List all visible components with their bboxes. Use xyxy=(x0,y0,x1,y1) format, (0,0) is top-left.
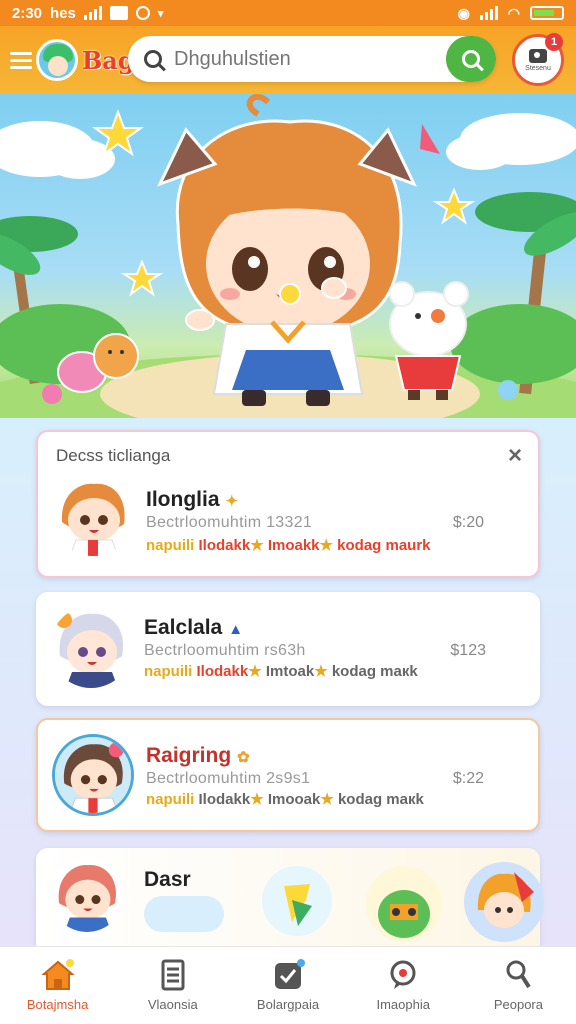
profile-label: Stesenu xyxy=(525,64,551,72)
hero-banner[interactable] xyxy=(0,94,576,418)
item-avatar xyxy=(52,734,134,816)
item-avatar xyxy=(52,474,134,556)
nav-item-messages[interactable]: Imaophia xyxy=(346,947,461,1024)
item-tags: napuili Ilodakk★ Imooak★ kodag maкk xyxy=(146,791,424,808)
list-item[interactable]: Ealclala ▲ Bectrloomuhtim rs63h $123 napu… xyxy=(36,592,540,706)
item-avatar xyxy=(50,606,132,688)
item-subtitle: Bectrloomuhtim 13321 xyxy=(146,514,313,531)
profile-button[interactable]: Stesenu 1 xyxy=(512,33,564,86)
close-icon[interactable]: × xyxy=(508,442,522,470)
girl-sticker[interactable] xyxy=(464,862,544,942)
item-price: $:20 xyxy=(452,514,484,531)
featured-avatar xyxy=(50,858,124,932)
item-subtitle: Bectrloomuhtim rs63h xyxy=(144,642,306,659)
nav-label: Imaophia xyxy=(376,997,430,1012)
recent-title: Decss ticlianga xyxy=(56,446,171,465)
recent-card[interactable]: Decss ticlianga × Ilonglia ✦ Bectrloomuht… xyxy=(36,430,540,578)
item-tags: napuili Ilodakk★ Imoakk★ kodag maurk xyxy=(146,537,431,554)
featured-title: Dasr xyxy=(144,868,191,891)
app-icon xyxy=(109,6,128,20)
app-header: Bagi Stesenu 1 xyxy=(0,26,576,94)
alarm-icon: ◉ xyxy=(457,4,470,21)
nav-label: Vlaonsia xyxy=(147,997,198,1012)
item-name[interactable]: Ealclala ▲ xyxy=(144,616,243,640)
item-mark-icon: ▲ xyxy=(228,621,244,638)
search-input[interactable] xyxy=(174,47,444,71)
chat-bubble-icon xyxy=(390,960,416,989)
notification-badge: 1 xyxy=(545,33,563,51)
bubble-sticker[interactable] xyxy=(144,896,224,932)
item-price: $123 xyxy=(450,642,486,659)
logo-avatar xyxy=(36,39,78,81)
notification-icon xyxy=(135,6,150,20)
status-carrier: hes xyxy=(50,4,76,22)
person-icon xyxy=(506,960,532,989)
document-icon xyxy=(161,959,185,991)
chevron-down-icon: ▾ xyxy=(157,7,164,20)
item-price: $:22 xyxy=(452,770,484,787)
battery-icon xyxy=(530,6,564,20)
check-box-icon xyxy=(275,959,305,989)
item-tags: napuili Ilodakk★ Imtoak★ kodag maкk xyxy=(144,663,418,680)
featured-card[interactable]: Dasr xyxy=(36,848,544,946)
hero-illustration xyxy=(0,94,576,418)
item-mark-icon: ✿ xyxy=(237,749,250,766)
wifi-icon: ◠ xyxy=(507,4,520,21)
cell-signal-icon xyxy=(479,6,498,20)
frog-sticker[interactable] xyxy=(366,866,442,942)
home-icon xyxy=(40,959,75,990)
search-bar[interactable] xyxy=(128,36,496,82)
search-button[interactable] xyxy=(446,36,496,82)
nav-label: Peopora xyxy=(493,997,543,1012)
list-item[interactable]: Raigring ✿ Bectrloomuhtim 2s9s1 $:22 napu… xyxy=(36,718,540,832)
status-time: 2:30 xyxy=(12,4,43,22)
item-name[interactable]: Ilonglia ✦ xyxy=(146,488,238,512)
signal-icon xyxy=(83,6,102,20)
content-area: Decss ticlianga × Ilonglia ✦ Bectrloomuht… xyxy=(0,418,576,946)
bottom-nav: Botajmsha Vlaonsia Bolargpaia Imaophia P… xyxy=(0,946,576,1024)
nav-item-tasks[interactable]: Bolargpaia xyxy=(230,947,345,1024)
nav-item-documents[interactable]: Vlaonsia xyxy=(115,947,230,1024)
item-name[interactable]: Raigring ✿ xyxy=(146,744,250,768)
search-submit-icon xyxy=(462,50,480,68)
nav-item-home[interactable]: Botajmsha xyxy=(0,947,115,1024)
menu-icon[interactable] xyxy=(10,51,32,69)
status-bar: 2:30 hes ▾ ◉ ◠ xyxy=(0,0,576,26)
nav-item-profile[interactable]: Peopora xyxy=(461,947,576,1024)
nav-label: Bolargpaia xyxy=(256,997,320,1012)
item-mark-icon: ✦ xyxy=(225,493,239,510)
camera-icon xyxy=(529,48,547,63)
item-subtitle: Bectrloomuhtim 2s9s1 xyxy=(146,770,311,787)
leaf-sticker[interactable] xyxy=(262,866,332,936)
nav-label: Botajmsha xyxy=(26,997,89,1012)
search-icon xyxy=(144,50,162,68)
